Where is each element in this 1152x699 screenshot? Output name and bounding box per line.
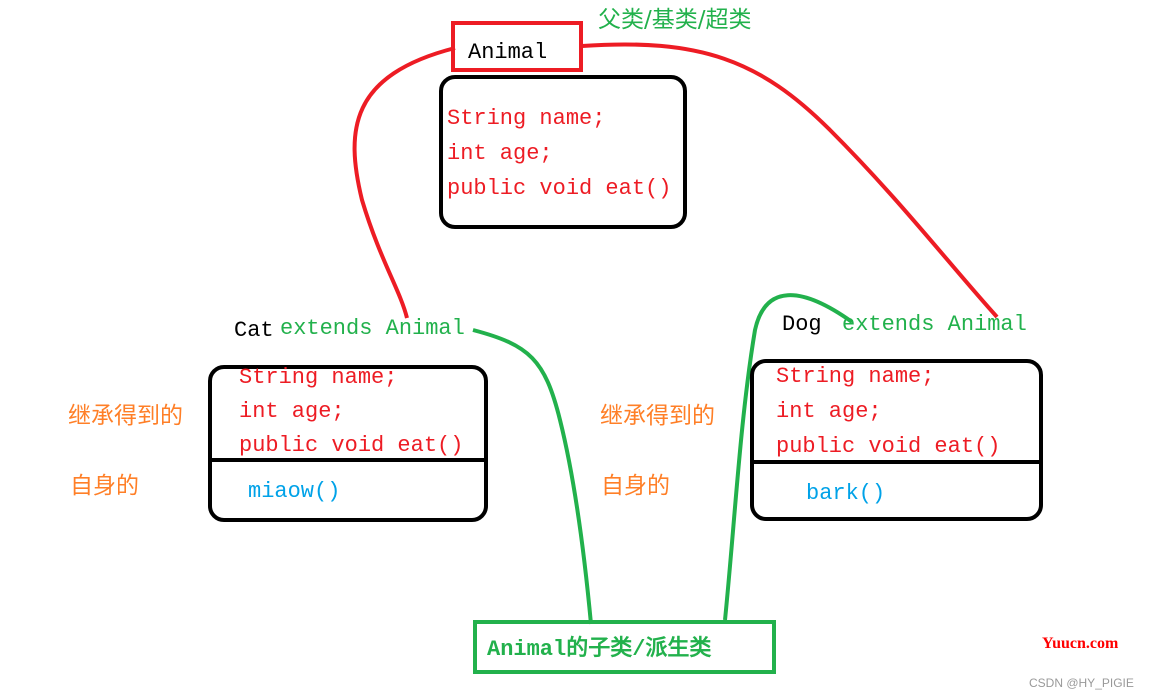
subclass-label: Animal的子类/派生类: [487, 637, 712, 662]
parent-member: public void eat(): [447, 176, 672, 201]
cat-member: String name;: [239, 365, 398, 390]
subclass-curve-cat: [472, 328, 593, 625]
cat-member: public void eat(): [239, 433, 464, 458]
watermark-author: CSDN @HY_PIGIE: [1029, 676, 1134, 690]
cat-inherited-label: 继承得到的: [68, 403, 183, 429]
watermark-site: Yuucn.com: [1042, 635, 1119, 652]
parent-class-name: Animal: [468, 40, 548, 65]
dog-member: int age;: [776, 399, 882, 424]
dog-own-label: 自身的: [601, 473, 670, 499]
dog-inherited-members: String name; int age; public void eat(): [776, 359, 1000, 464]
dog-member: public void eat(): [776, 434, 1001, 459]
cat-inherited-members: String name; int age; public void eat(): [239, 361, 463, 463]
dog-member: String name;: [776, 364, 935, 389]
dog-class-name: Dog: [782, 312, 822, 337]
dog-extends: extends Animal: [842, 312, 1027, 337]
dog-own-member: bark(): [806, 481, 886, 506]
cat-class-name: Cat: [234, 318, 274, 343]
parent-member: int age;: [447, 141, 553, 166]
cat-own-member: miaow(): [248, 479, 341, 504]
parent-annotation: 父类/基类/超类: [598, 7, 752, 33]
parent-members: String name; int age; public void eat(): [447, 101, 671, 206]
cat-own-label: 自身的: [70, 473, 139, 499]
parent-member: String name;: [447, 106, 606, 131]
cat-member: int age;: [239, 399, 345, 424]
dog-inherited-label: 继承得到的: [600, 403, 715, 429]
cat-extends: extends Animal: [280, 316, 465, 341]
